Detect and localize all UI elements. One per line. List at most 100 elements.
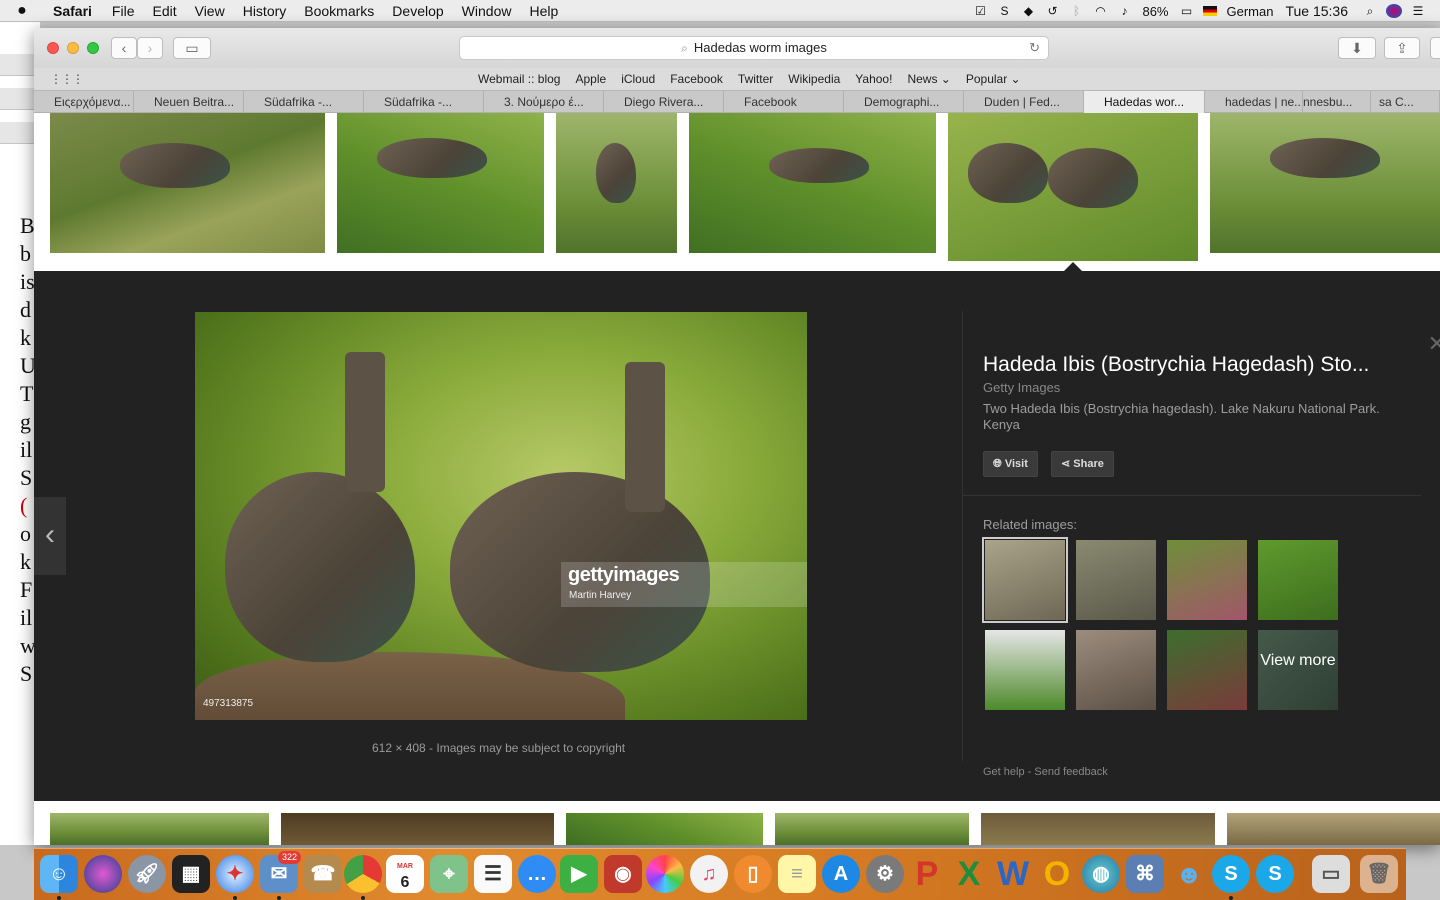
siri-icon[interactable]: [84, 855, 122, 893]
related-image[interactable]: [1076, 630, 1156, 710]
app-store-icon[interactable]: A: [822, 855, 860, 893]
downloads-stack-icon[interactable]: ▭: [1312, 855, 1350, 893]
apple-menu-icon[interactable]: ●: [0, 2, 44, 20]
close-icon[interactable]: ✕: [1428, 331, 1440, 357]
top-sites-grid-icon[interactable]: ⋮⋮⋮: [50, 72, 84, 86]
tab[interactable]: Duden | Fed...: [964, 91, 1084, 113]
battery-icon[interactable]: ▭: [1179, 4, 1195, 18]
tab-active[interactable]: Hadedas wor...: [1084, 91, 1205, 113]
related-image[interactable]: [1167, 540, 1247, 620]
battery-percent[interactable]: 86%: [1136, 4, 1174, 19]
globe-app-icon[interactable]: ◍: [1082, 855, 1120, 893]
thumbnail-image-selected[interactable]: [948, 113, 1198, 261]
photo-booth-icon[interactable]: ◉: [604, 855, 642, 893]
related-image[interactable]: [982, 537, 1068, 623]
fav-facebook[interactable]: Facebook: [670, 72, 723, 86]
excel-icon[interactable]: X: [950, 855, 988, 893]
tab[interactable]: hadedas | ne...: [1205, 91, 1303, 113]
view-more-button[interactable]: View more: [1258, 630, 1338, 710]
bluetooth-icon[interactable]: ᛒ: [1068, 4, 1084, 18]
get-help-link[interactable]: Get help: [983, 766, 1025, 778]
tab[interactable]: Neuen Beitra...: [134, 91, 244, 113]
finder-icon[interactable]: ☺: [40, 855, 78, 893]
sidebar-toggle-button[interactable]: ▭: [173, 37, 211, 59]
input-language[interactable]: German: [1221, 4, 1280, 19]
skype-icon[interactable]: S: [1212, 855, 1250, 893]
thumbnail-image[interactable]: [1227, 813, 1440, 845]
siri-icon[interactable]: [1386, 4, 1402, 18]
thumbnail-image[interactable]: [775, 813, 969, 845]
main-preview-image[interactable]: gettyimages Martin Harvey 497313875: [195, 312, 807, 720]
close-window-button[interactable]: [47, 42, 59, 54]
safari-icon[interactable]: ✦: [216, 855, 254, 893]
thumbnail-image[interactable]: [50, 113, 325, 253]
time-machine-icon[interactable]: ↺: [1044, 4, 1060, 18]
back-button[interactable]: ‹: [111, 37, 137, 59]
fav-wikipedia[interactable]: Wikipedia: [788, 72, 840, 86]
related-image[interactable]: [1076, 540, 1156, 620]
itunes-icon[interactable]: ♫: [690, 855, 728, 893]
tab[interactable]: Südafrika -...: [244, 91, 364, 113]
image-title[interactable]: Hadeda Ibis (Bostrychia Hagedash) Sto...: [983, 353, 1369, 377]
tab[interactable]: nnesbu...: [1303, 91, 1371, 113]
notes-icon[interactable]: ≡: [778, 855, 816, 893]
messages-icon[interactable]: …: [518, 855, 556, 893]
word-icon[interactable]: W: [994, 855, 1032, 893]
wifi-icon[interactable]: ◠: [1092, 4, 1108, 18]
reload-icon[interactable]: ↻: [1029, 37, 1040, 59]
volume-icon[interactable]: ♪: [1116, 4, 1132, 18]
related-image[interactable]: [1258, 540, 1338, 620]
trash-icon[interactable]: 🗑︎: [1360, 855, 1398, 893]
powerpoint-icon[interactable]: P: [908, 855, 946, 893]
thumbnail-image[interactable]: [981, 813, 1215, 845]
spotlight-search-icon[interactable]: ⌕: [1362, 4, 1378, 18]
contacts-icon[interactable]: ☎: [304, 855, 342, 893]
tab[interactable]: Facebook: [724, 91, 844, 113]
tab[interactable]: Diego Rivera...: [604, 91, 724, 113]
check-status-icon[interactable]: ☑: [972, 4, 988, 18]
new-tab-button[interactable]: [1430, 37, 1440, 59]
fav-apple[interactable]: Apple: [575, 72, 606, 86]
tab[interactable]: Demographi...: [844, 91, 964, 113]
menu-app-safari[interactable]: Safari: [44, 3, 103, 19]
ibooks-icon[interactable]: ▯: [734, 855, 772, 893]
minimize-window-button[interactable]: [67, 42, 79, 54]
send-feedback-link[interactable]: Send feedback: [1034, 766, 1107, 778]
people-icon[interactable]: ☻: [1170, 855, 1208, 893]
address-bar[interactable]: ⌕ Hadedas worm images ↻: [459, 36, 1049, 60]
related-image[interactable]: [1167, 630, 1247, 710]
chrome-icon[interactable]: [344, 855, 382, 893]
thumbnail-image[interactable]: [1210, 113, 1440, 261]
thumbnail-image[interactable]: [337, 113, 544, 261]
menu-bookmarks[interactable]: Bookmarks: [295, 3, 383, 19]
share-toolbar-button[interactable]: ⇪: [1384, 37, 1420, 59]
dropbox-status-icon[interactable]: ◆: [1020, 4, 1036, 18]
facetime-icon[interactable]: ▶: [560, 855, 598, 893]
launchpad-icon[interactable]: 🚀︎: [128, 855, 166, 893]
menu-develop[interactable]: Develop: [383, 3, 452, 19]
visit-button[interactable]: 🌐︎ Visit: [983, 451, 1038, 477]
outlook-icon[interactable]: O: [1038, 855, 1076, 893]
network-utility-icon[interactable]: ⌘: [1126, 855, 1164, 893]
thumbnail-image[interactable]: [281, 813, 554, 845]
menu-view[interactable]: View: [186, 3, 234, 19]
share-button[interactable]: ⋖ Share: [1051, 451, 1114, 477]
menu-edit[interactable]: Edit: [143, 3, 185, 19]
thumbnail-image[interactable]: [689, 113, 936, 261]
calendar-icon[interactable]: MAR 6: [386, 855, 424, 893]
dashboard-icon[interactable]: ▦: [172, 855, 210, 893]
notification-center-icon[interactable]: ☰: [1410, 4, 1426, 18]
tab[interactable]: Ειςερχόμενα...: [34, 91, 134, 113]
thumbnail-image[interactable]: [566, 813, 763, 845]
menu-file[interactable]: File: [103, 3, 144, 19]
tab[interactable]: 3. Νούμερο έ...: [484, 91, 604, 113]
skype-secondary-icon[interactable]: S: [1256, 855, 1294, 893]
system-preferences-icon[interactable]: ⚙: [866, 855, 904, 893]
fav-webmail[interactable]: Webmail :: blog: [478, 72, 560, 86]
fav-yahoo[interactable]: Yahoo!: [855, 72, 892, 86]
zoom-window-button[interactable]: [87, 42, 99, 54]
reminders-icon[interactable]: ☰: [474, 855, 512, 893]
maps-icon[interactable]: ⌖: [430, 855, 468, 893]
photos-icon[interactable]: [646, 855, 684, 893]
menu-help[interactable]: Help: [520, 3, 567, 19]
